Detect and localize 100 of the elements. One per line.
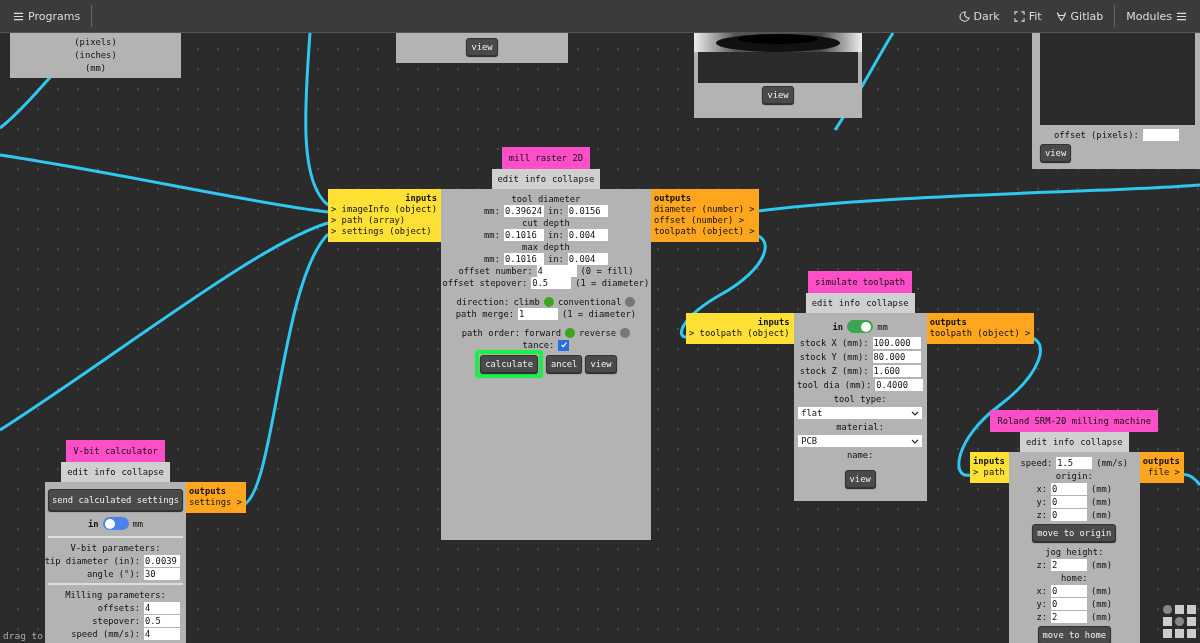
port-label[interactable]: > settings (object) [331,226,437,237]
input-field[interactable]: 0 [1051,495,1087,508]
dropdown[interactable]: PCB [798,435,923,447]
input-field[interactable]: 2 [1051,558,1087,571]
field-label: offset stepover: [442,277,528,289]
input-field[interactable]: 80.000 [872,351,921,363]
field-label: mm: [484,205,500,217]
menu-link[interactable]: info [524,174,546,184]
panel-heading: outputs [1142,456,1180,467]
menu-link[interactable]: edit [497,174,519,184]
action-button[interactable]: ancel [545,355,583,373]
port-label[interactable]: settings > [189,497,242,508]
field-label: stock Y (mm): [799,351,869,363]
input-field[interactable]: 0.1016 [503,253,544,265]
field-label: offsets: [97,601,140,614]
radio-button[interactable] [543,297,554,307]
input-field[interactable]: 4 [144,627,180,640]
port-label[interactable]: diameter (number) > [653,204,755,215]
port-label[interactable]: > toolpath (object) [689,328,790,339]
input-field[interactable]: 0.1016 [503,229,544,241]
toggle-label: in [832,320,844,333]
menu-link[interactable]: collapse [551,174,595,184]
input-field[interactable]: 1.5 [1056,456,1093,469]
row-label: (inches) [74,48,117,61]
menu-link[interactable]: edit [811,298,833,308]
action-button[interactable]: send calculated settings [47,489,184,511]
input-field[interactable]: 4 [536,265,577,277]
toolbar-button[interactable]: Dark [951,9,1007,23]
action-button[interactable]: view [585,355,617,373]
action-button[interactable]: move to origin [1032,524,1117,542]
input-field[interactable]: 4 [144,601,180,614]
port-label[interactable]: > path [973,467,1005,478]
field-label: stock X (mm): [799,337,869,349]
port-label[interactable]: offset (number) > [653,215,755,226]
input-field[interactable] [1142,128,1179,141]
menu-link[interactable]: edit [1025,437,1048,447]
panel-heading: outputs [189,486,228,497]
port-label[interactable]: > imageInfo (object) [331,204,437,215]
checkbox[interactable] [558,339,570,351]
port-label[interactable]: > path (array) [331,215,437,226]
field-label: y: [1036,597,1047,610]
input-field[interactable]: 30 [144,567,180,580]
input-field[interactable]: 100.000 [872,337,921,349]
action-button[interactable]: view [844,470,876,488]
node-canvas[interactable] [0,33,1200,643]
node-title: V-bit calculator [66,440,165,462]
row-label: origin: [1055,469,1093,482]
input-field[interactable]: 1.600 [872,365,921,377]
toggle-label: mm [877,320,888,333]
input-field[interactable]: 0.5 [144,614,180,627]
toggle-switch[interactable] [102,517,129,530]
action-button[interactable]: view [762,86,794,104]
radio-button[interactable] [625,297,636,307]
input-field[interactable]: 1 [518,308,558,320]
menu-link[interactable]: info [838,298,861,308]
input-field[interactable]: 0.5 [531,277,572,289]
option-label: conventional [557,296,622,308]
panel-heading: outputs [929,317,968,328]
row-label: (mm) [84,61,107,74]
input-field[interactable]: 0.0039 [144,554,180,567]
input-field[interactable]: 0.39624 [503,205,544,217]
input-field[interactable]: 0.0156 [567,205,608,217]
action-button[interactable]: view [466,38,498,56]
dropdown[interactable]: flat [798,407,923,419]
input-field[interactable]: 0.004 [567,253,608,265]
menu-link[interactable]: collapse [866,298,909,308]
action-button[interactable]: calculate [480,355,538,373]
radio-button[interactable] [620,328,631,338]
action-button[interactable]: view [1040,144,1072,162]
input-field[interactable]: 0.004 [567,229,608,241]
modules-button[interactable]: Modules [1119,9,1194,23]
field-label: z: [1036,558,1047,571]
input-field[interactable]: 0 [1051,508,1087,521]
port-label[interactable]: toolpath (object) > [929,328,1031,339]
radio-button[interactable] [565,328,576,338]
field-label: mm: [484,253,500,265]
toggle-switch[interactable] [847,320,874,333]
action-button[interactable]: move to home [1037,626,1112,643]
input-field[interactable]: 2 [1051,610,1087,623]
port-label[interactable]: toolpath (object) > [653,226,755,237]
menu-link[interactable]: collapse [121,467,164,477]
programs-button[interactable]: Programs [6,9,88,23]
menu-link[interactable]: info [94,467,116,477]
panel-heading: outputs [653,193,692,204]
view-grid-icon[interactable] [1162,604,1198,640]
menu-link[interactable]: edit [67,467,89,477]
input-field[interactable]: 0 [1051,597,1087,610]
row-label: max depth [522,241,570,253]
field-label: offset (pixels): [1054,128,1139,141]
field-label: tool dia (mm): [797,379,872,391]
menu-link[interactable]: info [1053,437,1075,447]
input-field[interactable]: 0.4000 [875,379,924,391]
menu-link[interactable]: collapse [1080,437,1123,447]
port-label[interactable]: file > [1142,467,1180,478]
input-field[interactable]: 0 [1051,584,1087,597]
field-label: offset number: [458,265,533,277]
toolbar-button[interactable]: Gitlab [1048,9,1111,23]
node-title: Roland SRM-20 milling machine [990,410,1159,432]
toolbar-button[interactable]: Fit [1006,9,1049,23]
input-field[interactable]: 0 [1051,482,1087,495]
